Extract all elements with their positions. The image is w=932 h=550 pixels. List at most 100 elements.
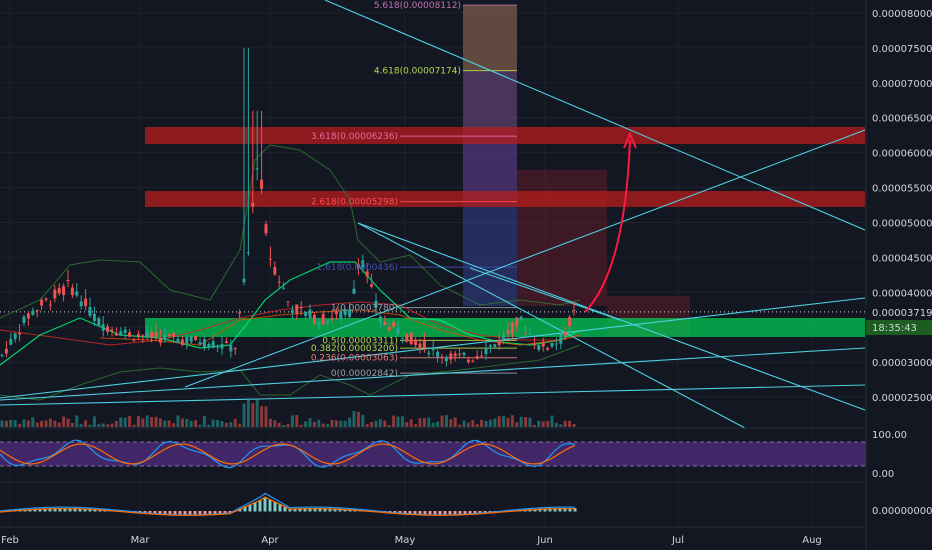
candle-body bbox=[550, 342, 554, 347]
volume-bar bbox=[35, 422, 39, 427]
candle-body bbox=[132, 339, 136, 341]
volume-bar bbox=[453, 417, 457, 427]
volume-bar bbox=[238, 423, 242, 427]
volume-bar bbox=[268, 418, 272, 427]
volume-bar bbox=[396, 416, 400, 427]
candle-body bbox=[75, 291, 79, 296]
candle-body bbox=[444, 357, 448, 362]
candle-body bbox=[554, 343, 558, 345]
volume-bar bbox=[387, 424, 391, 427]
volume-bar bbox=[163, 420, 167, 427]
candle-body bbox=[238, 312, 242, 314]
fib-projection-box bbox=[463, 5, 690, 336]
candle-body bbox=[506, 330, 510, 335]
volume-bar bbox=[141, 418, 145, 427]
volume-bar bbox=[554, 422, 558, 427]
candle-body bbox=[277, 281, 281, 283]
candle-body bbox=[224, 341, 228, 344]
candle-body bbox=[436, 351, 440, 358]
candle-body bbox=[326, 320, 330, 323]
price-axis[interactable]: 0.00008000 0.00007500 0.00007000 0.00006500… bbox=[872, 9, 932, 404]
volume-bar bbox=[480, 419, 484, 427]
volume-bar bbox=[532, 424, 536, 427]
support-zone bbox=[145, 318, 865, 337]
candle-body bbox=[480, 355, 484, 357]
volume-bar bbox=[392, 415, 396, 427]
countdown-tag: 18:35:43 bbox=[866, 320, 932, 335]
volume-bar bbox=[563, 420, 567, 427]
price-tick-label: 0.00005500 bbox=[872, 184, 932, 195]
candle-body bbox=[79, 301, 83, 307]
volume-bar bbox=[317, 419, 321, 427]
volume-bar bbox=[572, 424, 576, 427]
volume-bar bbox=[524, 416, 528, 427]
volume-bar bbox=[132, 424, 136, 427]
volume-bar bbox=[114, 420, 118, 427]
volume-bar bbox=[202, 415, 206, 427]
volume-bar bbox=[260, 406, 264, 427]
candle-body bbox=[0, 354, 4, 356]
volume-bar bbox=[277, 422, 281, 427]
volume-bar bbox=[405, 422, 409, 427]
candle-body bbox=[471, 360, 475, 362]
candle-body bbox=[110, 329, 114, 332]
volume-bar bbox=[431, 422, 435, 427]
volume-bar bbox=[242, 403, 246, 427]
macd-hist-bar bbox=[203, 511, 207, 515]
candle-body bbox=[66, 280, 70, 282]
fib-lines bbox=[0, 4, 866, 374]
candle-body bbox=[251, 202, 255, 207]
volume-bar bbox=[176, 415, 180, 427]
volume-bar bbox=[62, 416, 66, 427]
candle-body bbox=[268, 258, 272, 260]
volume-bar bbox=[519, 417, 523, 427]
volume-bar bbox=[422, 417, 426, 427]
volume-bar bbox=[106, 424, 110, 427]
volume-bar bbox=[75, 415, 79, 427]
volume-bar bbox=[356, 411, 360, 427]
volume-bar bbox=[339, 420, 343, 427]
volume-bar bbox=[136, 415, 140, 427]
volume-bar bbox=[123, 417, 127, 427]
price-tick-label: 0.00008000 bbox=[872, 9, 932, 20]
volume-bar bbox=[158, 418, 162, 427]
volume-bar bbox=[326, 423, 330, 427]
candle-body bbox=[141, 335, 145, 337]
date-tick-label: Apr bbox=[261, 535, 279, 546]
candle-body bbox=[88, 307, 92, 316]
volume-bar bbox=[246, 398, 250, 427]
time-axis[interactable]: Feb Mar Apr May Jun Jul Aug bbox=[1, 535, 822, 546]
date-tick-label: Aug bbox=[802, 535, 822, 546]
fib-level-label: 5.618(0.00008112) bbox=[374, 1, 461, 11]
candle-body bbox=[568, 317, 572, 327]
macd-hist-bar bbox=[208, 511, 212, 515]
candle-body bbox=[352, 288, 356, 294]
volume-bar bbox=[194, 420, 198, 427]
candle-body bbox=[97, 318, 101, 326]
candle-body bbox=[233, 348, 237, 350]
candle-body bbox=[189, 336, 193, 342]
volume-bar bbox=[568, 420, 572, 427]
trendlines bbox=[0, 0, 866, 429]
fib-level-label: 3.618(0.00006236) bbox=[311, 132, 398, 142]
candle-body bbox=[211, 341, 215, 349]
price-tick-label: 0.00006000 bbox=[872, 149, 932, 160]
volume-bar bbox=[84, 420, 88, 427]
candle-body bbox=[400, 337, 404, 339]
candle-body bbox=[519, 316, 523, 320]
macd-hist-bar bbox=[188, 511, 192, 515]
volume-bar bbox=[400, 416, 404, 427]
volume-bar bbox=[9, 420, 13, 427]
candle-body bbox=[26, 313, 30, 319]
candle-body bbox=[405, 333, 409, 342]
price-chart[interactable]: 0.00008000 0.00007500 0.00007000 0.00006500… bbox=[0, 0, 932, 550]
date-tick-label: Feb bbox=[1, 535, 19, 546]
volume-bar bbox=[493, 418, 497, 427]
volume-bar bbox=[299, 424, 303, 427]
candle-body bbox=[35, 310, 39, 312]
candle-body bbox=[440, 356, 444, 359]
candle-body bbox=[427, 352, 431, 355]
volume-bar bbox=[22, 419, 26, 427]
volume-bar bbox=[31, 417, 35, 427]
volume-bar bbox=[229, 422, 233, 427]
